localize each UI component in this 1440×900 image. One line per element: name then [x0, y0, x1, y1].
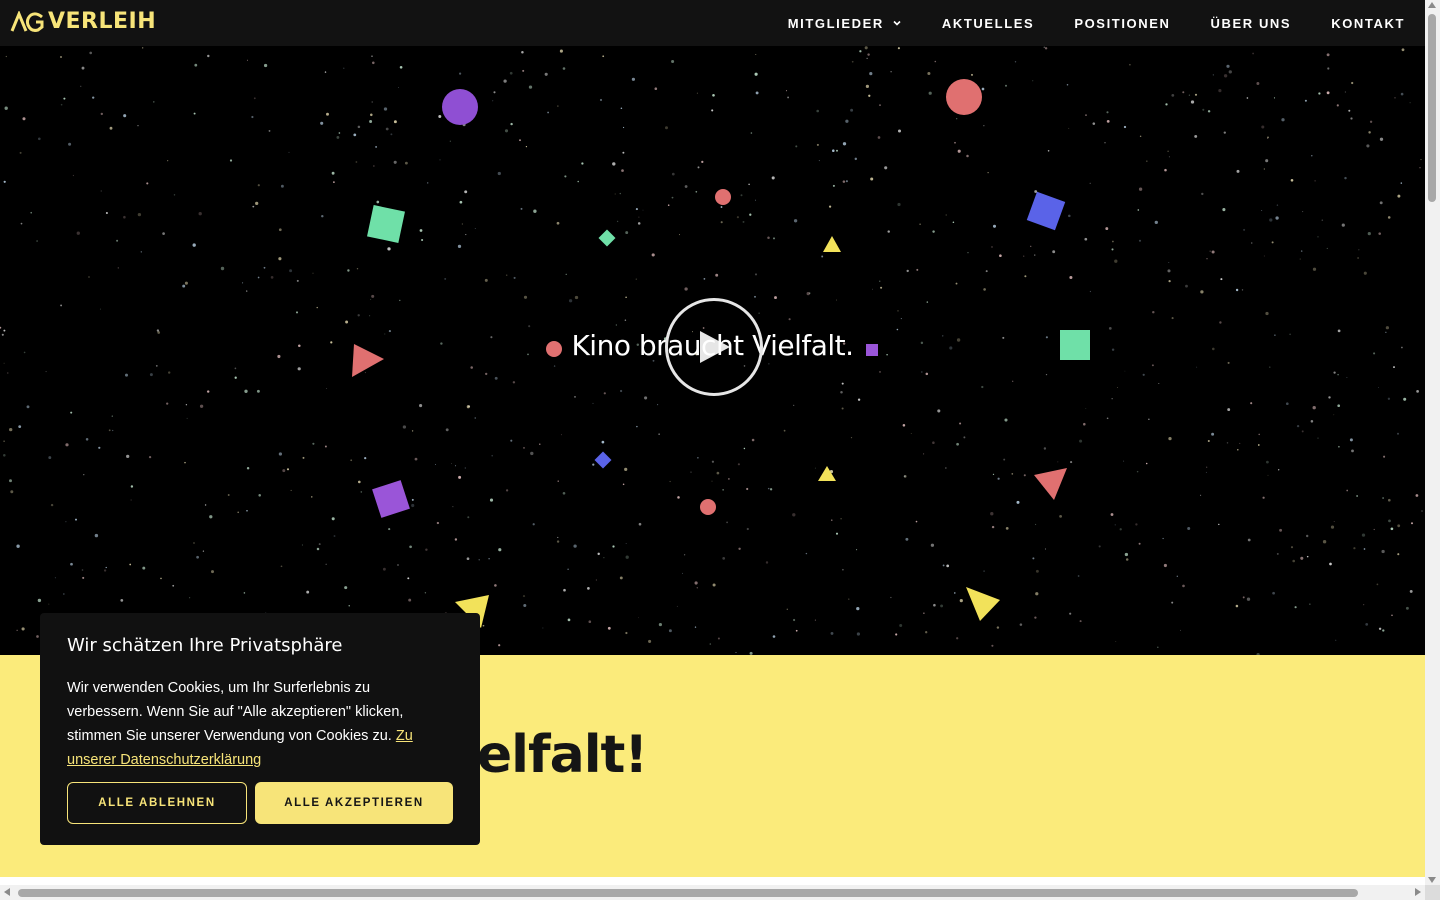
nav-item-mitglieder[interactable]: MITGLIEDER	[788, 16, 902, 31]
scroll-left-arrow-icon[interactable]	[4, 888, 10, 896]
logo-mark-icon	[10, 11, 44, 32]
cookie-actions: ALLE ABLEHNEN ALLE AKZEPTIEREN	[67, 782, 453, 824]
chevron-down-icon	[893, 20, 901, 26]
nav-item-ueber-uns[interactable]: ÜBER UNS	[1211, 16, 1292, 31]
scroll-up-arrow-icon[interactable]	[1428, 2, 1436, 8]
shape-circle	[700, 499, 716, 515]
scrollbar-corner	[1425, 885, 1440, 900]
nav-item-positionen[interactable]: POSITIONEN	[1074, 16, 1170, 31]
scroll-down-arrow-icon[interactable]	[1428, 877, 1436, 883]
cookie-body: Wir verwenden Cookies, um Ihr Surferlebn…	[67, 680, 404, 744]
shape-square	[367, 205, 405, 243]
shape-circle	[946, 79, 982, 115]
horizontal-scrollbar[interactable]	[0, 885, 1425, 900]
cookie-title: Wir schätzen Ihre Privatsphäre	[67, 635, 343, 656]
hero-video[interactable]: Kino braucht Vielfalt.	[0, 46, 1425, 655]
nav-item-kontakt[interactable]: KONTAKT	[1331, 16, 1405, 31]
scroll-right-arrow-icon[interactable]	[1415, 888, 1421, 896]
vertical-scrollbar[interactable]	[1425, 0, 1440, 885]
cookie-banner: Wir schätzen Ihre Privatsphäre Wir verwe…	[40, 613, 480, 845]
logo-text: VERLEIH	[48, 9, 157, 34]
logo[interactable]: VERLEIH	[10, 10, 156, 34]
nav-item-label: AKTUELLES	[941, 15, 1035, 31]
cookie-text: Wir verwenden Cookies, um Ihr Surferlebn…	[67, 676, 427, 772]
play-icon	[700, 331, 730, 363]
shape-circle	[442, 89, 478, 125]
shape-triangle	[818, 466, 836, 481]
nav-item-label: ÜBER UNS	[1210, 15, 1292, 31]
site-header: VERLEIH MITGLIEDER AKTUELLES POSITIONEN …	[0, 0, 1425, 46]
nav-item-label: MITGLIEDER	[787, 15, 884, 31]
nav-item-aktuelles[interactable]: AKTUELLES	[942, 16, 1034, 31]
nav-item-label: POSITIONEN	[1074, 15, 1171, 31]
shape-triangle	[966, 587, 1000, 621]
shape-square	[1026, 191, 1066, 231]
vertical-scroll-thumb[interactable]	[1428, 14, 1436, 202]
accept-all-button[interactable]: ALLE AKZEPTIEREN	[255, 782, 453, 824]
shape-triangle	[823, 236, 841, 252]
horizontal-scroll-thumb[interactable]	[18, 889, 1358, 897]
shape-diamond	[594, 451, 612, 469]
main-nav: MITGLIEDER AKTUELLES POSITIONEN ÜBER UNS…	[748, 0, 1405, 46]
nav-item-label: KONTAKT	[1331, 15, 1405, 31]
shape-triangle	[1034, 468, 1067, 500]
shape-diamond	[598, 229, 616, 247]
play-button[interactable]	[665, 298, 763, 396]
reject-all-button[interactable]: ALLE ABLEHNEN	[67, 782, 247, 824]
shape-square	[372, 480, 410, 518]
shape-circle	[715, 189, 731, 205]
